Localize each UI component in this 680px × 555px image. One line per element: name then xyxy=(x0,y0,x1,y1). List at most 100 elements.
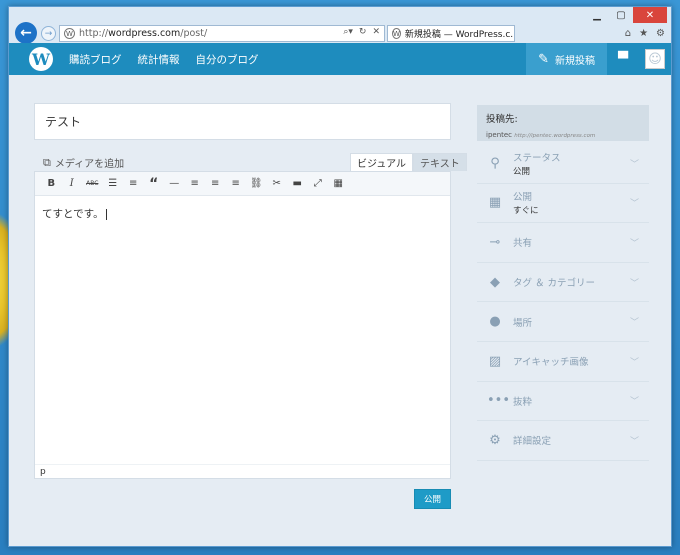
ellipsis-icon: ••• xyxy=(487,393,511,409)
home-icon[interactable]: ⌂ xyxy=(625,28,631,39)
tab-text[interactable]: テキスト xyxy=(413,153,467,171)
pin-icon: ⚲ xyxy=(490,155,500,171)
sidebar-item-featured-image[interactable]: ▨ アイキャッチ画像 ﹀ xyxy=(477,342,649,382)
sidebar-item-sharing[interactable]: ⊸ 共有 ﹀ xyxy=(477,223,649,263)
image-icon: ▨ xyxy=(488,353,502,369)
nav-stats[interactable]: 統計情報 xyxy=(138,52,180,67)
read-more-icon[interactable]: ▬ xyxy=(287,174,308,194)
editor-mode-tabs: ビジュアル テキスト xyxy=(350,153,467,171)
browser-tab[interactable]: W 新規投稿 — WordPress.c... × xyxy=(387,25,515,42)
post-to-label: 投稿先: xyxy=(486,114,518,125)
nav-reader[interactable]: 購読ブログ xyxy=(69,52,122,67)
chevron-down-icon: ﹀ xyxy=(629,436,639,447)
sidebar-item-advanced[interactable]: ⚙ 詳細設定 ﹀ xyxy=(477,421,649,461)
forward-arrow-icon[interactable]: → xyxy=(41,26,56,41)
bullet-list-icon[interactable]: ☰ xyxy=(103,174,124,194)
url-path: /post/ xyxy=(180,28,208,39)
address-tools: ⌕▾ ↻ ✕ xyxy=(343,27,380,37)
browser-tools: ⌂ ★ ⚙ xyxy=(625,28,665,39)
sidebar-item-status[interactable]: ⚲ ステータス公開 ﹀ xyxy=(477,144,649,184)
tab-title: 新規投稿 — WordPress.c... xyxy=(404,30,515,40)
toolbar-toggle-icon[interactable]: ▦ xyxy=(328,174,349,194)
site-favicon-icon: W xyxy=(64,28,75,39)
maximize-icon[interactable]: ▢ xyxy=(609,7,633,23)
sidebar-item-label: ステータス xyxy=(513,152,561,164)
editor-toolbar: B I ABC ☰ ≡ “ — ≡ ≡ ≡ ⛓ ✂ ▬ ⤢ ▦ xyxy=(35,172,450,196)
site-name: ipentec xyxy=(486,131,513,139)
blockquote-icon[interactable]: “ xyxy=(144,174,165,194)
tab-favicon-icon: W xyxy=(392,28,401,39)
close-icon[interactable]: ✕ xyxy=(633,7,667,23)
align-left-icon[interactable]: ≡ xyxy=(185,174,206,194)
add-media-label: メディアを追加 xyxy=(54,159,125,170)
notifications-icon[interactable]: ▀ xyxy=(607,43,639,75)
bold-icon[interactable]: B xyxy=(41,174,62,194)
fullscreen-icon[interactable]: ⤢ xyxy=(308,174,329,194)
sidebar-item-label: 詳細設定 xyxy=(513,436,552,448)
address-bar[interactable]: W http:// wordpress.com /post/ ⌕▾ ↻ ✕ xyxy=(59,25,385,42)
search-icon[interactable]: ⌕▾ xyxy=(343,27,353,37)
settings-gear-icon[interactable]: ⚙ xyxy=(656,28,665,39)
pencil-icon: ✎ xyxy=(538,51,549,67)
wordpress-logo-icon[interactable]: W xyxy=(29,47,53,71)
post-title-input[interactable]: テスト xyxy=(34,103,451,140)
calendar-icon: ▦ xyxy=(488,195,502,211)
link-icon[interactable]: ⛓ xyxy=(246,174,267,194)
stop-icon[interactable]: ✕ xyxy=(372,27,380,37)
strikethrough-icon[interactable]: ABC xyxy=(82,174,103,194)
share-icon: ⊸ xyxy=(489,234,501,250)
numbered-list-icon[interactable]: ≡ xyxy=(123,174,144,194)
avatar[interactable]: ☺ xyxy=(639,43,671,75)
text-caret xyxy=(105,208,107,220)
add-media-button[interactable]: ⧉ メディアを追加 xyxy=(43,155,125,171)
sidebar-item-value: すぐに xyxy=(513,206,539,217)
chevron-down-icon: ﹀ xyxy=(629,238,639,249)
nav-my-blog[interactable]: 自分のブログ xyxy=(196,52,259,67)
align-center-icon[interactable]: ≡ xyxy=(205,174,226,194)
align-right-icon[interactable]: ≡ xyxy=(226,174,247,194)
sidebar-item-tags-categories[interactable]: ◆ タグ ＆ カテゴリー ﹀ xyxy=(477,263,649,303)
browser-window: ▁ ▢ ✕ ← → W http:// wordpress.com /post/… xyxy=(8,6,672,547)
post-editor: B I ABC ☰ ≡ “ — ≡ ≡ ≡ ⛓ ✂ ▬ ⤢ ▦ てすとです。 p xyxy=(34,171,451,479)
back-arrow-icon[interactable]: ← xyxy=(15,22,37,44)
tag-icon: ◆ xyxy=(490,274,500,290)
new-post-button[interactable]: ✎ 新規投稿 xyxy=(526,43,607,75)
post-to-site[interactable]: 投稿先: ipentec http://ipentec.wordpress.co… xyxy=(477,105,649,141)
unlink-icon[interactable]: ✂ xyxy=(267,174,288,194)
masterbar-right: ✎ 新規投稿 ▀ ☺ xyxy=(526,43,671,75)
chevron-down-icon: ﹀ xyxy=(629,159,639,170)
site-url: http://ipentec.wordpress.com xyxy=(514,133,596,139)
refresh-icon[interactable]: ↻ xyxy=(359,27,367,37)
publish-button[interactable]: 公開 xyxy=(414,489,451,509)
url-host: wordpress.com xyxy=(108,28,181,39)
sidebar-item-location[interactable]: ● 場所 ﹀ xyxy=(477,302,649,342)
sidebar-item-label: 抜粋 xyxy=(513,396,533,408)
tab-visual[interactable]: ビジュアル xyxy=(350,153,413,171)
browser-chrome: ▁ ▢ ✕ ← → W http:// wordpress.com /post/… xyxy=(9,7,671,44)
editor-text: てすとです。 xyxy=(42,208,104,220)
gear-icon: ⚙ xyxy=(489,432,501,448)
chevron-down-icon: ﹀ xyxy=(629,397,639,408)
chevron-down-icon: ﹀ xyxy=(629,199,639,210)
sidebar-settings: ⚲ ステータス公開 ﹀ ▦ 公開すぐに ﹀ ⊸ 共有 ﹀ ◆ タグ ＆ カテゴリ… xyxy=(477,144,649,461)
minimize-icon[interactable]: ▁ xyxy=(585,7,609,23)
add-media-icon: ⧉ xyxy=(43,155,51,169)
sidebar-item-label: アイキャッチ画像 xyxy=(513,357,589,369)
editor-content[interactable]: てすとです。 xyxy=(35,196,450,231)
url-scheme: http:// xyxy=(79,28,109,39)
editor-path: p xyxy=(35,464,450,478)
horizontal-rule-icon[interactable]: — xyxy=(164,174,185,194)
sidebar-item-excerpt[interactable]: ••• 抜粋 ﹀ xyxy=(477,382,649,422)
avatar-placeholder-icon: ☺ xyxy=(645,49,665,69)
window-controls: ▁ ▢ ✕ xyxy=(585,7,667,25)
italic-icon[interactable]: I xyxy=(62,174,83,194)
chevron-down-icon: ﹀ xyxy=(629,357,639,368)
new-post-label: 新規投稿 xyxy=(555,55,595,67)
sidebar-item-label: 公開 xyxy=(513,192,533,204)
wp-masterbar: W 購読ブログ 統計情報 自分のブログ ✎ 新規投稿 ▀ ☺ xyxy=(9,43,671,75)
sidebar-item-value: 公開 xyxy=(513,166,531,177)
favorites-star-icon[interactable]: ★ xyxy=(639,28,648,39)
chevron-down-icon: ﹀ xyxy=(629,278,639,289)
sidebar-item-publish-date[interactable]: ▦ 公開すぐに ﹀ xyxy=(477,184,649,224)
site-info: ipentec http://ipentec.wordpress.com xyxy=(486,131,640,139)
